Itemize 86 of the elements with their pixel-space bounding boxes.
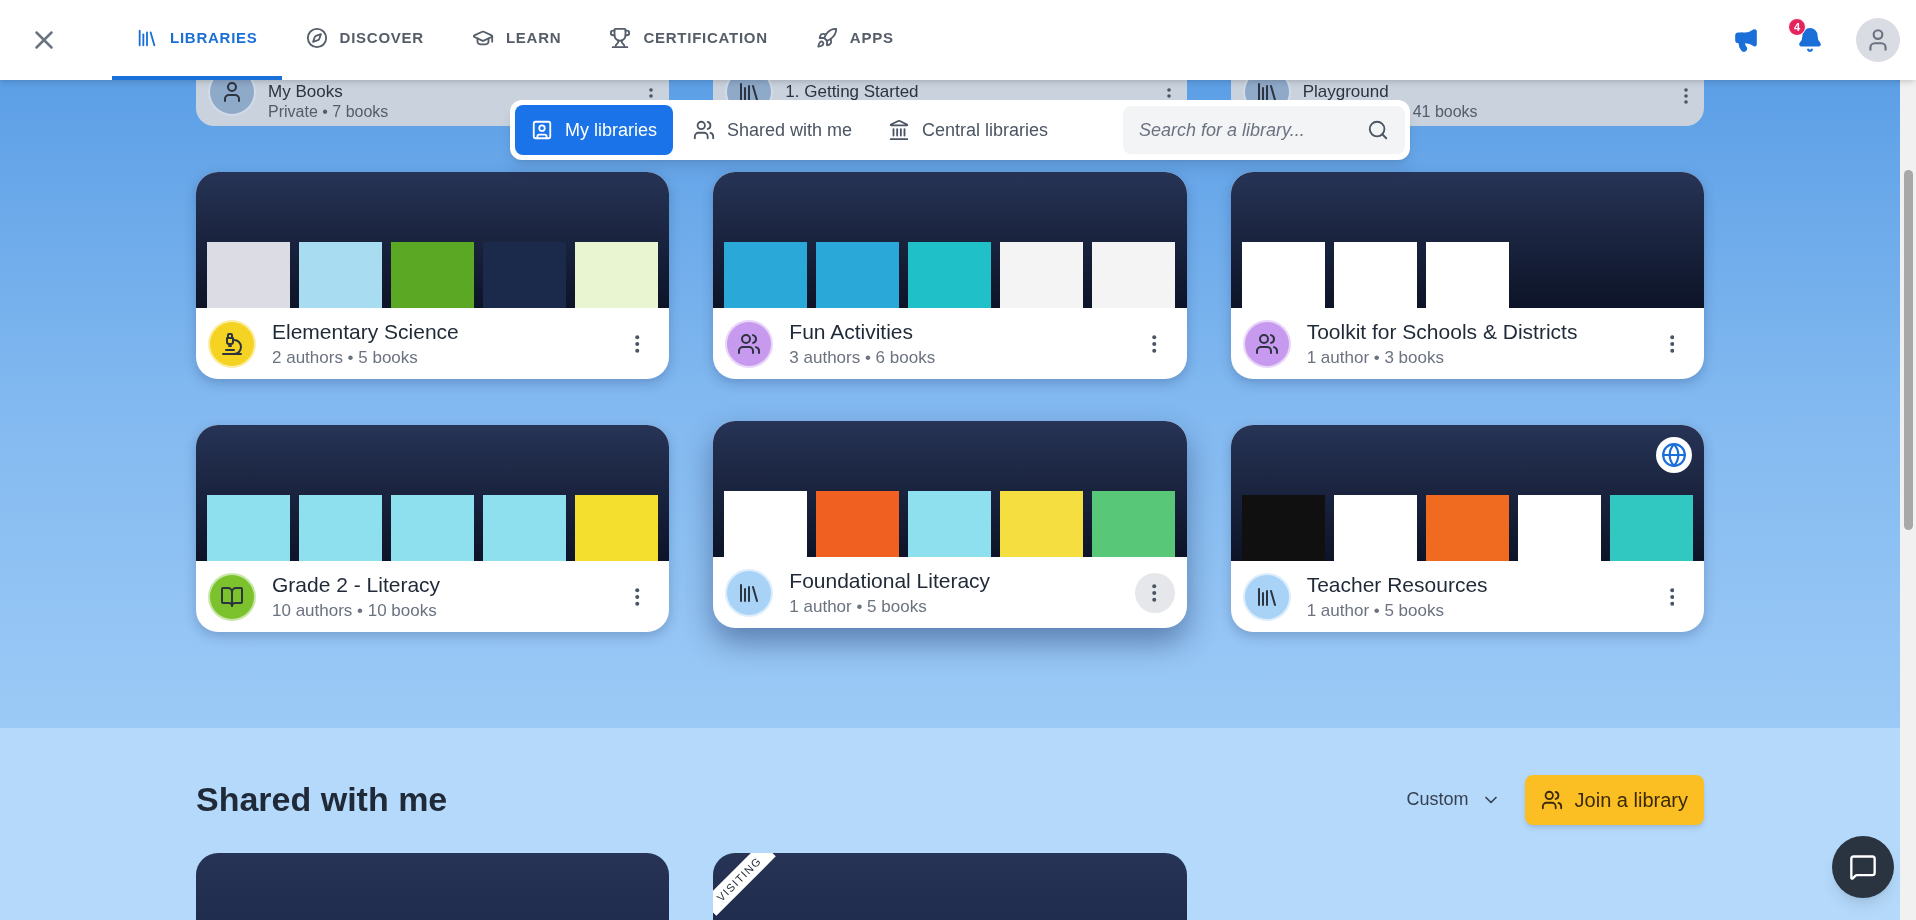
kebab-icon [1669, 587, 1675, 606]
library-title: Playground [1302, 82, 1390, 102]
library-stats: 10 authors • 10 books [272, 599, 438, 622]
book-cover[interactable] [1609, 495, 1693, 561]
book-cover[interactable] [1241, 242, 1325, 308]
library-card[interactable]: Elementary Science 2 authors • 5 books [196, 172, 670, 379]
book-cover[interactable] [816, 491, 900, 557]
book-cover[interactable] [1092, 491, 1176, 557]
book-cover[interactable] [207, 495, 290, 561]
library-stats: Private • 7 books [268, 102, 390, 122]
library-title: Teacher Resources [1306, 571, 1489, 598]
filter-tab[interactable]: Central libraries [872, 105, 1065, 155]
book-cover[interactable] [1092, 242, 1176, 308]
search-field[interactable]: Search for a library... [1123, 106, 1405, 154]
book-cover[interactable] [1425, 242, 1509, 308]
book-cover[interactable] [299, 242, 382, 308]
book-cover[interactable] [575, 495, 658, 561]
filter-tab[interactable]: Shared with me [677, 105, 869, 155]
open-book-icon [220, 584, 244, 609]
library-stats: 41 books [1412, 102, 1479, 122]
book-cover[interactable] [1000, 491, 1084, 557]
user-avatar[interactable] [1856, 18, 1900, 62]
contact-card-icon [531, 119, 553, 141]
book-cover[interactable] [1241, 495, 1325, 561]
people-icon [1540, 788, 1563, 811]
book-cover[interactable] [724, 242, 808, 308]
library-stats: 1 author • 5 books [1306, 599, 1445, 622]
trophy-icon [609, 27, 632, 49]
kebab-icon [1152, 334, 1157, 353]
library-card[interactable]: Teacher Resources 1 author • 5 books [1230, 425, 1704, 632]
book-cover[interactable] [908, 491, 992, 557]
book-cover[interactable] [207, 242, 290, 308]
library-title: Fun Activities [789, 318, 915, 345]
nav-tab[interactable]: LEARN [447, 0, 586, 80]
rocket-icon [815, 27, 838, 49]
search-icon [1367, 119, 1389, 141]
kebab-icon [1669, 334, 1675, 353]
library-card[interactable]: Grade 2 - Literacy 10 authors • 10 books [196, 425, 670, 632]
bank-building-icon [888, 119, 911, 141]
library-card[interactable]: Fun Activities 3 authors • 6 books [713, 172, 1187, 379]
nav-tab[interactable]: DISCOVER [281, 0, 448, 80]
library-icon [136, 27, 158, 49]
people-icon [693, 119, 715, 141]
book-cover[interactable] [391, 495, 474, 561]
library-stats: 3 authors • 6 books [789, 346, 937, 369]
book-cover[interactable] [1333, 495, 1417, 561]
library-title: My Books [268, 82, 344, 102]
chat-bubble-icon [1849, 853, 1877, 881]
book-cover[interactable] [724, 491, 808, 557]
microscope-icon [220, 331, 244, 356]
library-stats: 2 authors • 5 books [272, 346, 419, 369]
library-title: Foundational Literacy [789, 567, 992, 594]
library-title: 1. Getting Started [785, 82, 920, 102]
library-stats: 1 author • 3 books [1306, 346, 1445, 369]
book-cover[interactable] [1000, 242, 1084, 308]
book-cover[interactable] [483, 242, 566, 308]
book-cover[interactable] [483, 495, 566, 561]
book-cover[interactable] [908, 242, 992, 308]
library-title: Grade 2 - Literacy [272, 571, 442, 598]
book-cover[interactable] [299, 495, 382, 561]
nav-tab[interactable]: APPS [791, 0, 918, 80]
book-cover[interactable] [1517, 495, 1601, 561]
notification-badge: 4 [1788, 18, 1806, 36]
library-card[interactable]: Toolkit for Schools & Districts 1 author • 3 books [1230, 172, 1704, 379]
filter-tab[interactable]: My libraries [515, 105, 673, 155]
library-title: Toolkit for Schools & Districts [1306, 318, 1579, 345]
book-cover[interactable] [575, 242, 658, 308]
join-library-button[interactable]: Join a library [1524, 774, 1704, 825]
library-stats: 1 author • 5 books [789, 595, 928, 618]
people-icon [737, 331, 762, 356]
section-heading: Shared with me [196, 779, 448, 820]
nav-tab[interactable]: CERTIFICATION [585, 0, 792, 80]
book-cover[interactable] [1425, 495, 1509, 561]
kebab-icon [635, 334, 640, 353]
kebab-icon [1152, 583, 1157, 602]
sort-dropdown[interactable]: Custom [1406, 786, 1501, 813]
book-cover[interactable] [816, 242, 900, 308]
megaphone-icon [1733, 27, 1759, 53]
kebab-icon [1684, 88, 1688, 104]
library-title: Elementary Science [272, 318, 460, 345]
people-icon [1254, 331, 1279, 356]
kebab-icon [635, 587, 640, 606]
book-cover[interactable] [1333, 242, 1417, 308]
book-cover[interactable] [391, 242, 474, 308]
compass-icon [305, 27, 328, 49]
library-card[interactable]: Foundational Literacy 1 author • 5 books [713, 421, 1187, 628]
